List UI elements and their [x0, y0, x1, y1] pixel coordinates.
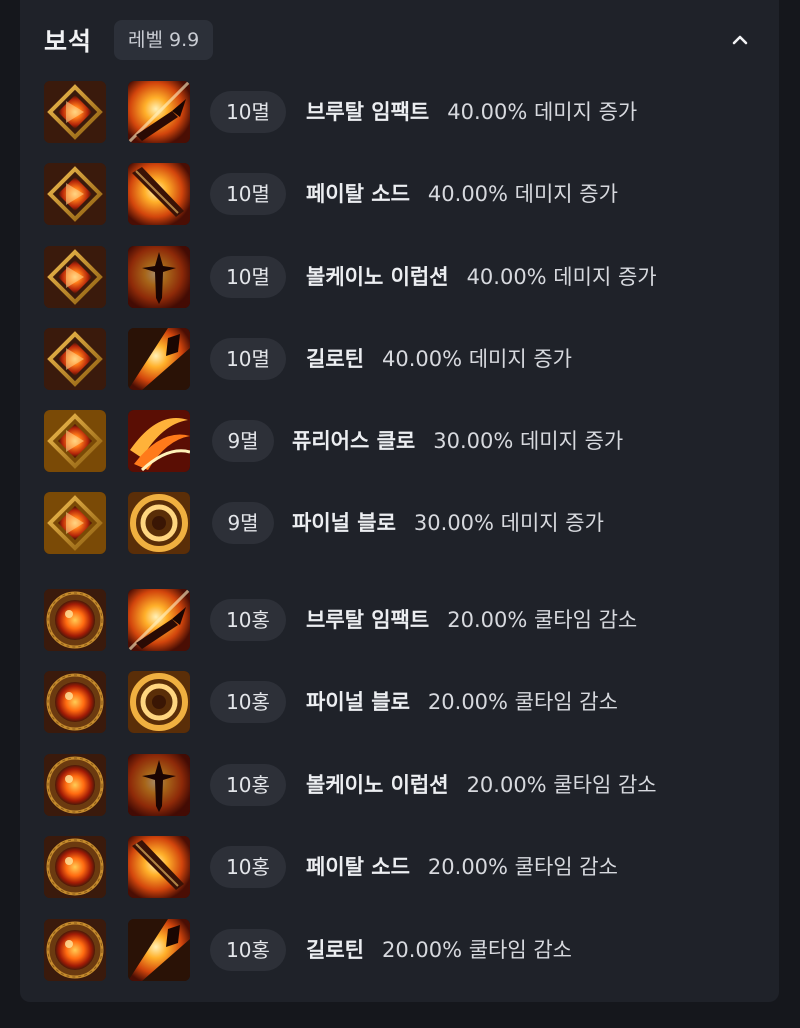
gem-effect: 40.00% 데미지 증가 — [427, 182, 618, 206]
guillotine-icon — [128, 328, 190, 390]
fatal-sword-icon — [128, 836, 190, 898]
skill-name: 길로틴 — [306, 347, 364, 371]
gem-row: 9멸 퓨리어스 클로 30.00% 데미지 증가 — [44, 410, 764, 472]
gem-description: 퓨리어스 클로 30.00% 데미지 증가 — [292, 410, 623, 472]
gem-description: 페이탈 소드 40.00% 데미지 증가 — [306, 163, 618, 225]
damage-gem-icon — [44, 246, 106, 308]
gem-row: 9멸 파이널 블로 30.00% 데미지 증가 — [44, 492, 764, 554]
chevron-up-icon — [732, 35, 748, 45]
damage-gem-icon — [44, 81, 106, 143]
skill-name: 파이널 블로 — [306, 690, 410, 714]
level-badge: 레벨 9.9 — [114, 20, 214, 60]
cooldown-gem-icon — [44, 754, 106, 816]
panel-header: 보석 레벨 9.9 — [44, 18, 754, 62]
gem-row: 10멸 브루탈 임팩트 40.00% 데미지 증가 — [44, 81, 764, 143]
gem-level-badge: 10홍 — [210, 764, 286, 806]
final-blow-icon — [128, 671, 190, 733]
skill-name: 페이탈 소드 — [306, 182, 410, 206]
gem-effect: 20.00% 쿨타임 감소 — [466, 773, 657, 797]
skill-name: 브루탈 임팩트 — [306, 608, 430, 632]
gem-effect: 20.00% 쿨타임 감소 — [427, 855, 618, 879]
gem-level-badge: 10멸 — [210, 338, 286, 380]
gem-level-badge: 10멸 — [210, 173, 286, 215]
gem-effect: 30.00% 데미지 증가 — [413, 511, 604, 535]
volcano-eruption-icon — [128, 754, 190, 816]
gem-level-badge: 10홍 — [210, 929, 286, 971]
cooldown-gem-icon — [44, 919, 106, 981]
skill-name: 페이탈 소드 — [306, 855, 410, 879]
gem-level-badge: 10홍 — [210, 599, 286, 641]
gem-row: 10홍 브루탈 임팩트 20.00% 쿨타임 감소 — [44, 589, 764, 651]
cooldown-gem-icon — [44, 671, 106, 733]
gem-description: 브루탈 임팩트 20.00% 쿨타임 감소 — [306, 589, 637, 651]
brutal-impact-icon — [128, 81, 190, 143]
skill-name: 길로틴 — [306, 938, 364, 962]
brutal-impact-icon — [128, 589, 190, 651]
gem-row: 10멸 볼케이노 이럽션 40.00% 데미지 증가 — [44, 246, 764, 308]
gem-row: 10홍 페이탈 소드 20.00% 쿨타임 감소 — [44, 836, 764, 898]
damage-gem-icon — [44, 328, 106, 390]
gem-level-badge: 10멸 — [210, 91, 286, 133]
gem-description: 페이탈 소드 20.00% 쿨타임 감소 — [306, 836, 618, 898]
skill-name: 브루탈 임팩트 — [306, 100, 430, 124]
guillotine-icon — [128, 919, 190, 981]
gem-effect: 20.00% 쿨타임 감소 — [381, 938, 572, 962]
gem-description: 파이널 블로 30.00% 데미지 증가 — [292, 492, 604, 554]
gem-description: 길로틴 20.00% 쿨타임 감소 — [306, 919, 572, 981]
gem-effect: 40.00% 데미지 증가 — [447, 100, 638, 124]
gem-row: 10멸 페이탈 소드 40.00% 데미지 증가 — [44, 163, 764, 225]
gem-description: 길로틴 40.00% 데미지 증가 — [306, 328, 572, 390]
gem-level-badge: 10홍 — [210, 681, 286, 723]
gem-row: 10멸 길로틴 40.00% 데미지 증가 — [44, 328, 764, 390]
volcano-eruption-icon — [128, 246, 190, 308]
gem-effect: 40.00% 데미지 증가 — [381, 347, 572, 371]
final-blow-icon — [128, 492, 190, 554]
cooldown-gem-icon — [44, 589, 106, 651]
gem-effect: 20.00% 쿨타임 감소 — [447, 608, 638, 632]
collapse-button[interactable] — [724, 24, 756, 56]
skill-name: 볼케이노 이럽션 — [306, 773, 449, 797]
gem-description: 볼케이노 이럽션 20.00% 쿨타임 감소 — [306, 754, 657, 816]
skill-name: 볼케이노 이럽션 — [306, 265, 449, 289]
gem-level-badge: 10홍 — [210, 846, 286, 888]
gem-row: 10홍 파이널 블로 20.00% 쿨타임 감소 — [44, 671, 764, 733]
skill-name: 퓨리어스 클로 — [292, 429, 416, 453]
gem-description: 브루탈 임팩트 40.00% 데미지 증가 — [306, 81, 637, 143]
skill-name: 파이널 블로 — [292, 511, 396, 535]
damage-gem-icon — [44, 492, 106, 554]
gem-level-badge: 9멸 — [212, 502, 274, 544]
gem-effect: 30.00% 데미지 증가 — [433, 429, 624, 453]
gem-effect: 20.00% 쿨타임 감소 — [427, 690, 618, 714]
damage-gem-icon — [44, 163, 106, 225]
gem-row: 10홍 볼케이노 이럽션 20.00% 쿨타임 감소 — [44, 754, 764, 816]
gem-level-badge: 9멸 — [212, 420, 274, 462]
gem-effect: 40.00% 데미지 증가 — [466, 265, 657, 289]
gem-panel: 보석 레벨 9.9 10멸 브루탈 임팩트 40.00% 데미지 증가 10멸 페이탈 … — [20, 0, 779, 1002]
fatal-sword-icon — [128, 163, 190, 225]
gem-level-badge: 10멸 — [210, 256, 286, 298]
damage-gem-icon — [44, 410, 106, 472]
gem-row: 10홍 길로틴 20.00% 쿨타임 감소 — [44, 919, 764, 981]
gem-description: 파이널 블로 20.00% 쿨타임 감소 — [306, 671, 618, 733]
gem-description: 볼케이노 이럽션 40.00% 데미지 증가 — [306, 246, 657, 308]
furious-claw-icon — [128, 410, 190, 472]
cooldown-gem-icon — [44, 836, 106, 898]
section-title: 보석 — [44, 27, 93, 56]
